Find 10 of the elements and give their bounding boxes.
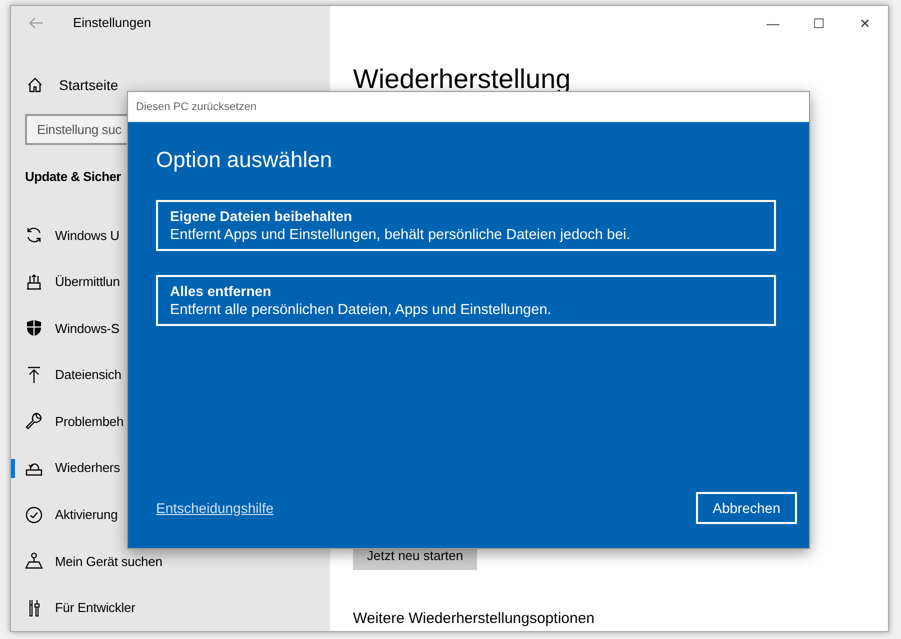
option-description: Entfernt alle persönlichen Dateien, Apps und Einstellungen. <box>170 302 552 318</box>
dialog-heading: Option auswählen <box>156 146 334 174</box>
option-title: Eigene Dateien beibehalten <box>170 208 354 224</box>
page-heading: Wiederherstellung <box>353 63 572 95</box>
section-heading: Update & Sicher <box>24 168 121 186</box>
window-title: Einstellungen <box>73 15 152 30</box>
option-description: Entfernt Apps und Einstellungen, behält persönliche Dateien jedoch bei. <box>170 227 632 243</box>
option-title: Alles entfernen <box>170 283 272 299</box>
dialog-title: Diesen PC zurücksetzen <box>128 92 809 122</box>
section-heading: Weitere Wiederherstellungsoptionen <box>353 610 596 627</box>
